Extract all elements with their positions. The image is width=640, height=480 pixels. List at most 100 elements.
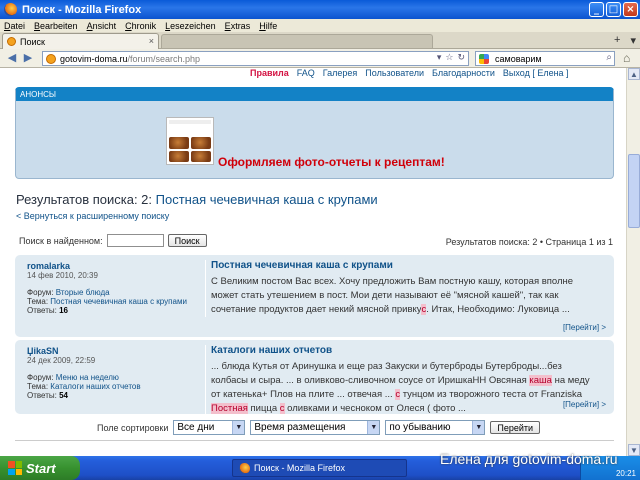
- result-excerpt: С Великим постом Вас всех. Хочу предложи…: [211, 276, 574, 315]
- topic-label: Тема:: [27, 297, 49, 306]
- watermark: Елена для gotovim-doma.ru: [440, 451, 618, 467]
- menu-bearbeiten[interactable]: Bearbeiten: [34, 21, 78, 31]
- divider: [15, 440, 614, 441]
- menu-hilfe[interactable]: Hilfe: [259, 21, 277, 31]
- result-topic-link[interactable]: Постная чечевичная каша с крупами: [50, 297, 187, 306]
- search-within-results: Поиск в найденном: Поиск: [19, 234, 207, 247]
- chevron-down-icon: ▼: [232, 421, 245, 434]
- home-icon[interactable]: ⌂: [623, 51, 630, 65]
- tab-close-icon[interactable]: ×: [149, 36, 154, 46]
- url-path: /forum/search.php: [127, 53, 201, 64]
- result-topic-link[interactable]: Каталоги наших отчетов: [50, 382, 140, 391]
- chevron-down-icon: ▼: [367, 421, 380, 434]
- search-result-row: romalarka 14 фев 2010, 20:39 Форум: Втор…: [15, 255, 614, 337]
- topic-label: Тема:: [27, 382, 49, 391]
- result-excerpt: ... блюда Кутья от Аринушка и еще раз За…: [211, 361, 590, 414]
- days-select[interactable]: Все дни ▼: [173, 420, 246, 435]
- sort-field-value: Время размещения: [254, 422, 346, 433]
- menu-chronik[interactable]: Chronik: [125, 21, 156, 31]
- reload-icon[interactable]: ↻: [457, 52, 465, 63]
- result-author[interactable]: romalarka: [27, 261, 207, 271]
- sort-bar: Поле сортировки Все дни ▼ Время размещени…: [0, 420, 626, 435]
- tab-blank[interactable]: [161, 34, 433, 48]
- menu-bar: Datei Bearbeiten Ansicht Chronik Lesezei…: [0, 19, 640, 32]
- scroll-down-icon[interactable]: ▼: [628, 444, 640, 456]
- result-title-link[interactable]: Каталоги наших отчетов: [211, 345, 601, 356]
- result-meta: ЏikaSN 24 дек 2009, 22:59 Форум: Меню на…: [27, 346, 207, 400]
- search-highlight: Постная: [211, 403, 248, 414]
- announcements-panel: АНОНСЫ Оформляем фото-отчеты к рецептам!: [15, 87, 614, 179]
- users-link[interactable]: Пользователи: [365, 68, 424, 80]
- menu-extras[interactable]: Extras: [225, 21, 251, 31]
- window-controls: _ □ ×: [589, 2, 638, 17]
- results-title: Результатов поиска: 2: Постная чечевична…: [16, 192, 378, 207]
- scroll-up-icon[interactable]: ▲: [628, 68, 640, 80]
- result-title-link[interactable]: Постная чечевичная каша с крупами: [211, 260, 601, 271]
- url-actions: ▾ ☆ ↻: [437, 52, 465, 63]
- minimize-button[interactable]: _: [589, 2, 604, 17]
- pagination-info: Результатов поиска: 2 • Страница 1 из 1: [445, 237, 613, 247]
- forum-top-links: Правила FAQ Галерея Пользователи Благода…: [250, 68, 569, 80]
- url-dropdown-icon[interactable]: ▾: [437, 52, 442, 63]
- tab-label: Поиск: [20, 36, 45, 47]
- menu-ansicht[interactable]: Ansicht: [87, 21, 117, 31]
- firefox-icon: [4, 3, 17, 16]
- url-bar[interactable]: gotovim-doma.ru /forum/search.php ▾ ☆ ↻: [42, 51, 469, 66]
- window-title: Поиск - Mozilla Firefox: [22, 3, 142, 16]
- logout-link[interactable]: Выход [ Елена ]: [503, 68, 569, 80]
- chevron-down-icon: ▼: [472, 421, 485, 434]
- close-button[interactable]: ×: [623, 2, 638, 17]
- sort-go-button[interactable]: Перейти: [490, 421, 541, 434]
- result-author[interactable]: ЏikaSN: [27, 346, 207, 356]
- result-forum-link[interactable]: Вторые блюда: [56, 288, 110, 297]
- result-forum-link[interactable]: Меню на неделю: [56, 373, 119, 382]
- tab-list-icon[interactable]: ▾: [630, 34, 636, 47]
- goto-post-link[interactable]: [Перейти] >: [563, 323, 606, 332]
- days-select-value: Все дни: [177, 422, 215, 433]
- maximize-button[interactable]: □: [606, 2, 621, 17]
- menu-datei[interactable]: Datei: [4, 21, 25, 31]
- taskbar-item-label: Поиск - Mozilla Firefox: [254, 463, 345, 473]
- faq-link[interactable]: FAQ: [297, 68, 315, 80]
- vertical-scrollbar[interactable]: ▲ ▼: [626, 68, 640, 456]
- rules-link[interactable]: Правила: [250, 68, 289, 80]
- gallery-link[interactable]: Галерея: [323, 68, 358, 80]
- search-result-row: ЏikaSN 24 дек 2009, 22:59 Форум: Меню на…: [15, 340, 614, 416]
- menu-lesezeichen[interactable]: Lesezeichen: [165, 21, 216, 31]
- announcements-header: АНОНСЫ: [16, 90, 613, 101]
- search-bar[interactable]: самоварим ⌕: [475, 51, 615, 66]
- start-button[interactable]: Start: [0, 456, 80, 480]
- goto-post-link[interactable]: [Перейти] >: [563, 400, 606, 409]
- announcement-text[interactable]: Оформляем фото-отчеты к рецептам!: [218, 155, 445, 169]
- search-icon[interactable]: ⌕: [606, 52, 612, 63]
- sort-field-select[interactable]: Время размещения ▼: [250, 420, 381, 435]
- bookmark-star-icon[interactable]: ☆: [445, 52, 453, 63]
- back-to-advanced-search-link[interactable]: < Вернуться к расширенному поиску: [16, 211, 169, 221]
- google-icon[interactable]: [479, 53, 489, 64]
- taskbar-item-firefox[interactable]: Поиск - Mozilla Firefox: [232, 459, 407, 477]
- search-within-input[interactable]: [106, 234, 164, 247]
- results-query-link[interactable]: Постная чечевичная каша с крупами: [156, 192, 378, 207]
- url-host: gotovim-doma.ru: [60, 53, 128, 64]
- result-replies: 54: [59, 391, 69, 400]
- forum-label: Форум:: [27, 288, 54, 297]
- replies-label: Ответы:: [27, 391, 57, 400]
- forum-label: Форум:: [27, 373, 54, 382]
- scrollbar-thumb[interactable]: [628, 154, 640, 228]
- results-count: Результатов поиска: 2:: [16, 192, 153, 207]
- new-tab-button[interactable]: +: [614, 34, 620, 47]
- windows-flag-icon: [8, 461, 22, 475]
- thanks-link[interactable]: Благодарности: [432, 68, 495, 80]
- result-replies: 16: [59, 306, 69, 315]
- sort-order-select[interactable]: по убыванию ▼: [385, 420, 486, 435]
- tab-search[interactable]: Поиск ×: [2, 33, 159, 49]
- search-within-button[interactable]: Поиск: [167, 234, 207, 247]
- back-arrow-icon[interactable]: ◀: [6, 52, 18, 64]
- firefox-icon: [239, 462, 250, 474]
- url-favicon-icon: [46, 53, 56, 64]
- sort-order-value: по убыванию: [389, 422, 451, 433]
- tabbar-actions: + ▾: [614, 34, 636, 47]
- announcement-image[interactable]: [166, 117, 214, 165]
- forward-arrow-icon[interactable]: ▶: [22, 52, 34, 64]
- page-viewport: Правила FAQ Галерея Пользователи Благода…: [0, 68, 640, 456]
